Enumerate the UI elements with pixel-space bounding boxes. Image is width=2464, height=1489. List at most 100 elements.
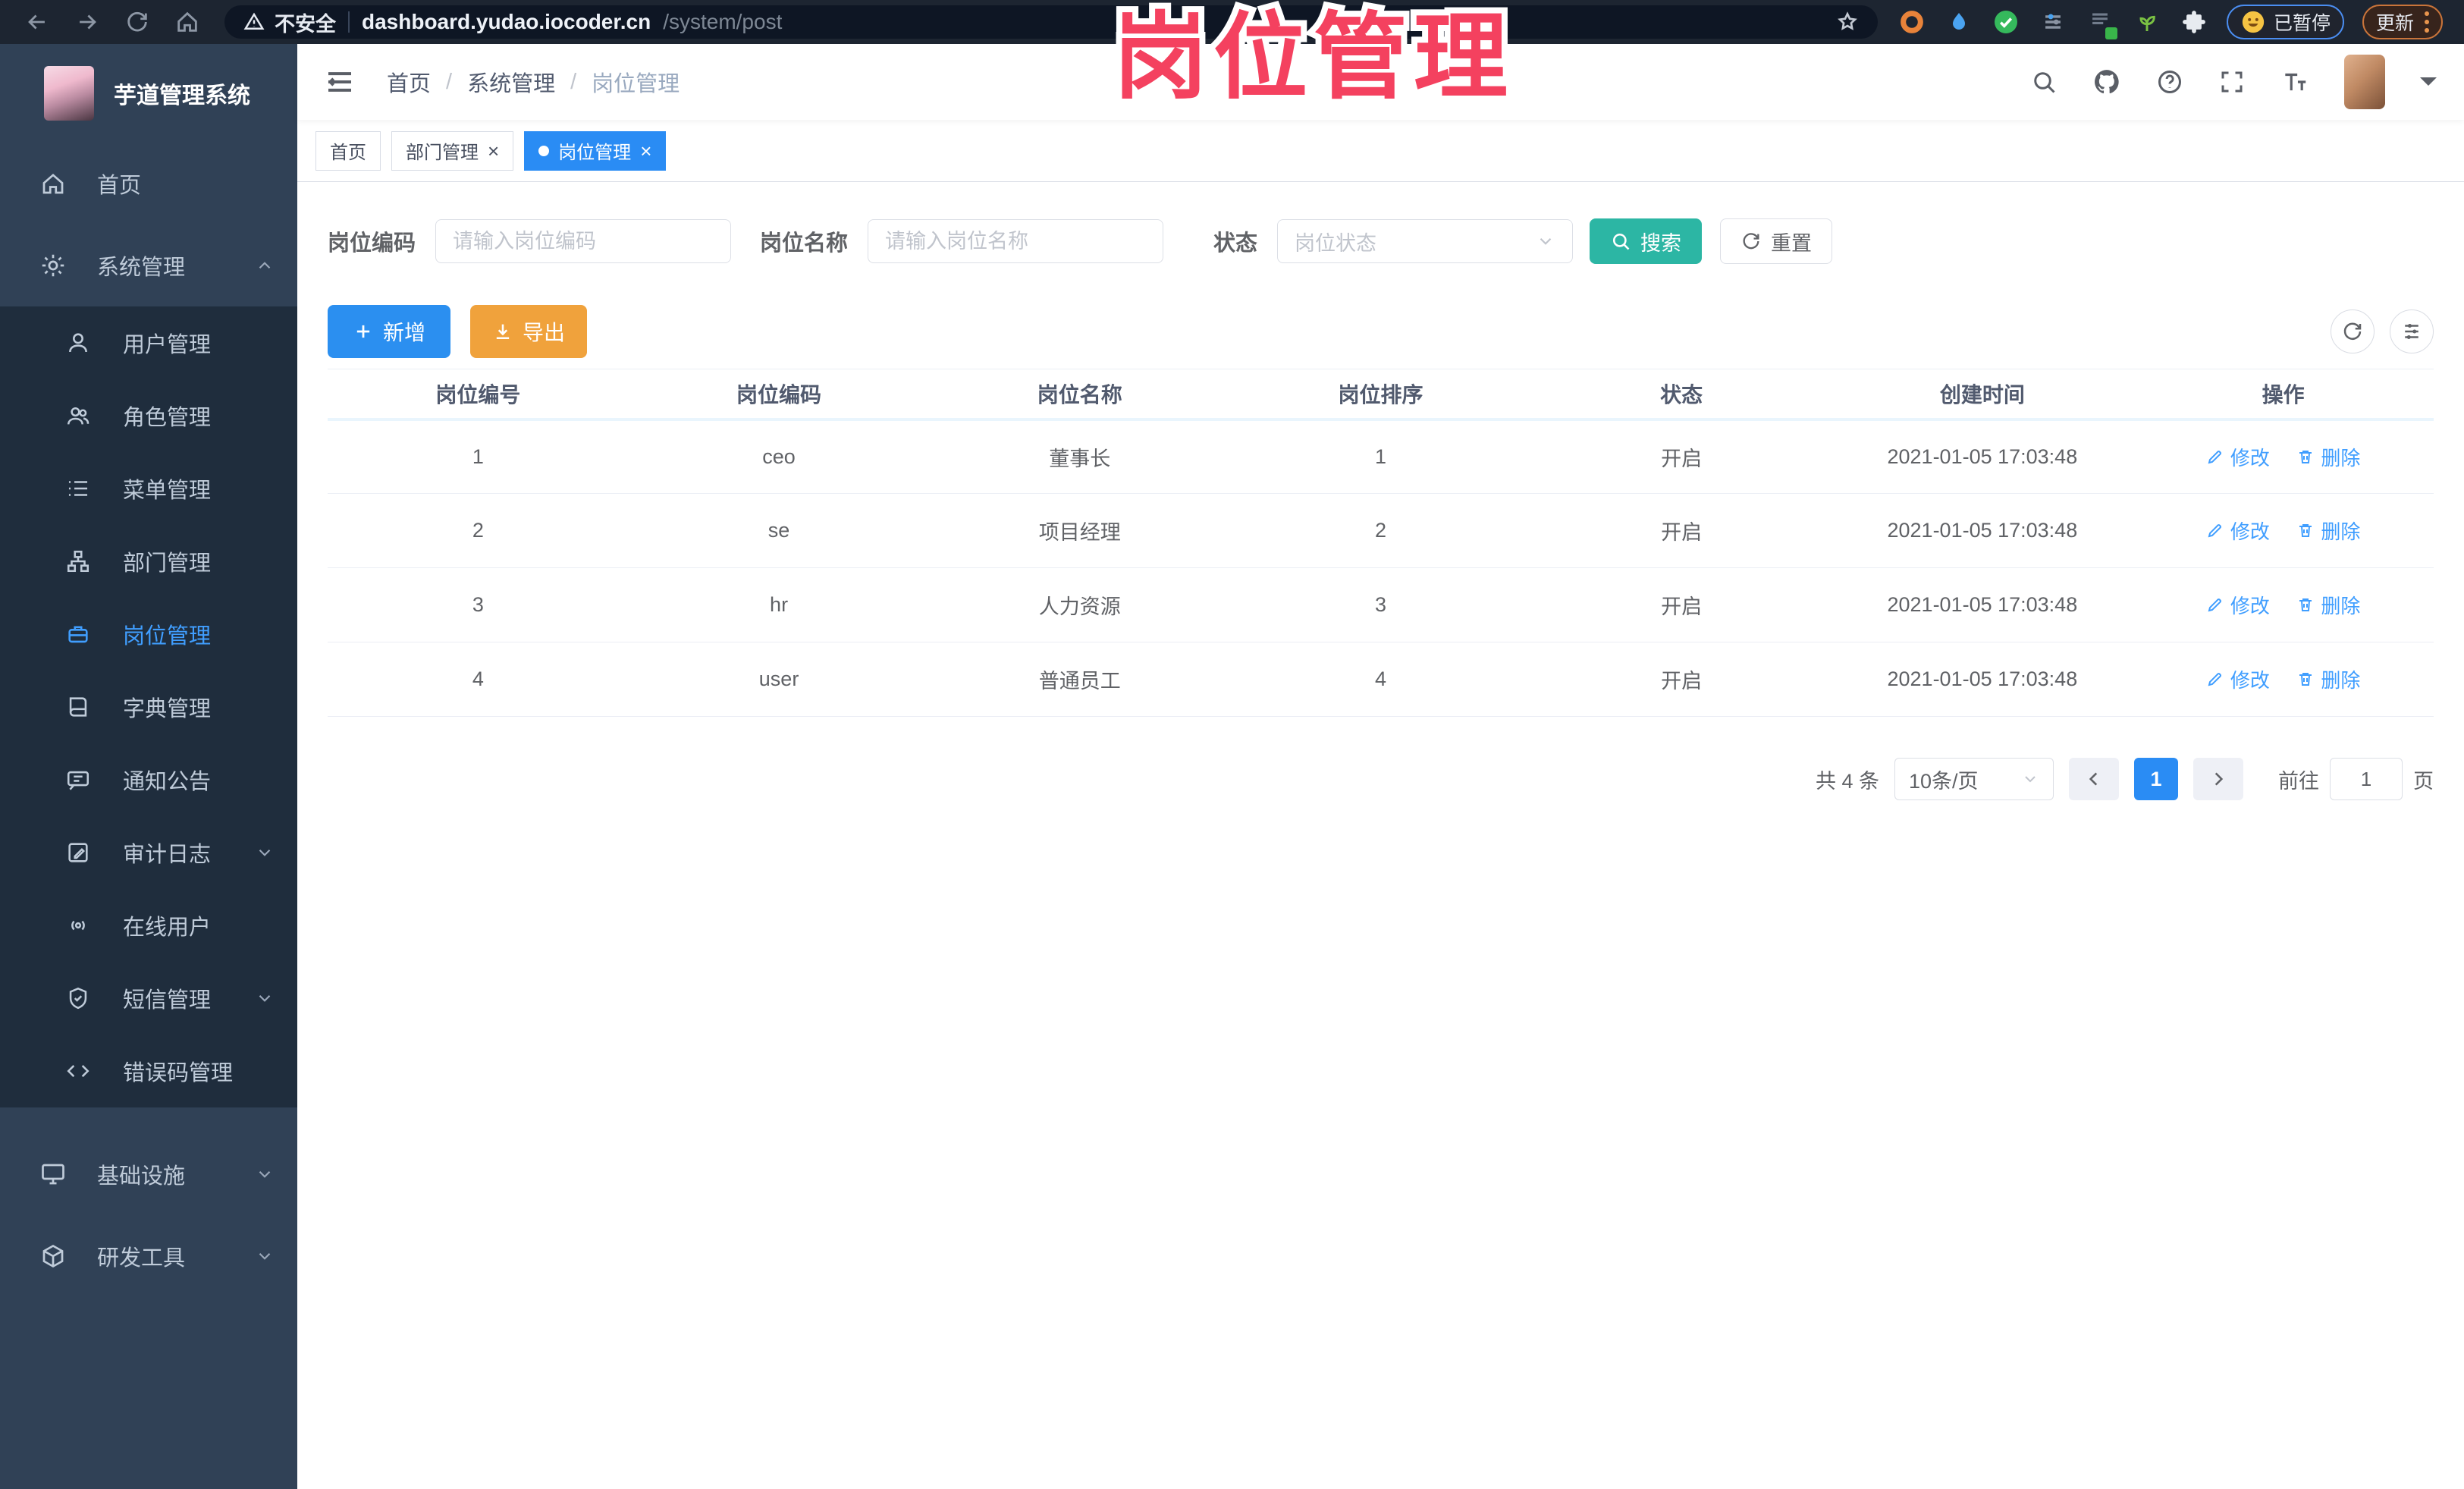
chevron-down-icon xyxy=(255,988,275,1008)
sidebar-item-users[interactable]: 用户管理 xyxy=(0,306,297,379)
toolbox-icon xyxy=(39,1242,68,1270)
post-name-input[interactable] xyxy=(868,219,1164,263)
update-label: 更新 xyxy=(2376,13,2415,34)
update-button[interactable]: 更新 xyxy=(2362,5,2444,39)
refresh-table-button[interactable] xyxy=(2331,309,2375,353)
sidebar-item-menus[interactable]: 菜单管理 xyxy=(0,452,297,525)
column-settings-button[interactable] xyxy=(2390,309,2434,353)
table-row: 3 hr 人力资源 3 开启 2021-01-05 17:03:48 修改 删除 xyxy=(328,567,2434,642)
browser-home-icon[interactable] xyxy=(162,5,212,39)
breadcrumb: 首页 / 系统管理 / 岗位管理 xyxy=(387,66,680,98)
sidebar-item-departments[interactable]: 部门管理 xyxy=(0,525,297,598)
table-row: 4 user 普通员工 4 开启 2021-01-05 17:03:48 修改 xyxy=(328,642,2434,717)
app-title: 芋道管理系统 xyxy=(114,83,250,108)
delete-link[interactable]: 删除 xyxy=(2296,591,2360,619)
sidebar-item-dict[interactable]: 字典管理 xyxy=(0,671,297,743)
reset-button[interactable]: 重置 xyxy=(1720,218,1833,264)
col-post-code: 岗位编码 xyxy=(628,369,930,421)
filter-form: 岗位编码 岗位名称 状态 岗位状态 搜索 重置 xyxy=(328,218,2434,264)
extension-orange-ring-icon[interactable] xyxy=(1897,8,1926,36)
goto-page-input[interactable] xyxy=(2330,758,2403,800)
extension-green-check-icon[interactable] xyxy=(1992,8,2020,36)
sidebar-item-notices[interactable]: 通知公告 xyxy=(0,743,297,816)
col-created: 创建时间 xyxy=(1832,369,2133,421)
cell-post-code: se xyxy=(628,493,930,568)
close-icon[interactable]: × xyxy=(488,141,499,161)
dictionary-icon xyxy=(65,694,94,720)
browser-back-icon[interactable] xyxy=(12,5,62,39)
org-tree-icon xyxy=(65,548,94,574)
breadcrumb-home[interactable]: 首页 xyxy=(387,66,431,98)
post-code-input[interactable] xyxy=(435,219,732,263)
extensions-row: 已暂停 更新 xyxy=(1897,5,2444,39)
delete-link[interactable]: 删除 xyxy=(2296,517,2360,545)
cell-created: 2021-01-05 17:03:48 xyxy=(1832,419,2133,494)
extension-sliders-icon[interactable] xyxy=(2039,8,2067,36)
sidebar-item-infrastructure[interactable]: 基础设施 xyxy=(0,1133,297,1215)
delete-link[interactable]: 删除 xyxy=(2296,665,2360,693)
sidebar-item-label: 系统管理 xyxy=(97,256,186,280)
extension-blue-drop-icon[interactable] xyxy=(1945,8,1973,36)
add-button[interactable]: 新增 xyxy=(328,305,451,358)
status-select[interactable]: 岗位状态 xyxy=(1277,219,1574,263)
caret-down-icon[interactable] xyxy=(2420,77,2437,94)
extension-database-icon[interactable] xyxy=(2086,8,2117,39)
sidebar: 芋道管理系统 首页 系统管理 用户管理 角色管理 菜单管理 部门管理 岗位管理 … xyxy=(0,44,297,1489)
url-path: /system/post xyxy=(663,10,783,33)
chevron-up-icon xyxy=(255,256,275,275)
tab-posts[interactable]: 岗位管理 × xyxy=(524,130,667,171)
security-warning[interactable]: 不安全 xyxy=(243,8,336,37)
extension-sprout-icon[interactable] xyxy=(2133,8,2161,36)
app-logo-row[interactable]: 芋道管理系统 xyxy=(0,44,297,143)
sidebar-item-home[interactable]: 首页 xyxy=(0,143,297,225)
gear-icon xyxy=(39,252,68,279)
tab-home[interactable]: 首页 xyxy=(315,130,381,171)
col-post-id: 岗位编号 xyxy=(328,369,629,421)
sidebar-item-posts[interactable]: 岗位管理 xyxy=(0,598,297,671)
edit-link[interactable]: 修改 xyxy=(2206,443,2270,471)
tab-departments[interactable]: 部门管理 × xyxy=(391,130,514,171)
page-size-select[interactable]: 10条/页 xyxy=(1894,758,2054,800)
font-size-icon[interactable] xyxy=(2280,68,2309,96)
omnibox-divider xyxy=(348,11,350,33)
edit-link[interactable]: 修改 xyxy=(2206,665,2270,693)
sidebar-item-roles[interactable]: 角色管理 xyxy=(0,379,297,452)
current-page[interactable]: 1 xyxy=(2134,758,2178,800)
search-icon[interactable] xyxy=(2030,68,2058,96)
edit-link[interactable]: 修改 xyxy=(2206,517,2270,545)
browser-reload-icon[interactable] xyxy=(112,5,162,39)
sidebar-item-system[interactable]: 系统管理 xyxy=(0,225,297,306)
sidebar-toggle-icon[interactable] xyxy=(325,67,355,97)
cell-post-id: 2 xyxy=(328,493,629,568)
sidebar-item-audit-log[interactable]: 审计日志 xyxy=(0,816,297,889)
github-icon[interactable] xyxy=(2092,68,2121,96)
close-icon[interactable]: × xyxy=(640,141,651,161)
delete-link[interactable]: 删除 xyxy=(2296,443,2360,471)
browser-menu-dots-icon[interactable] xyxy=(2425,11,2430,33)
trash-icon xyxy=(2299,451,2312,463)
cell-post-sort: 3 xyxy=(1230,567,1531,642)
sidebar-item-devtools[interactable]: 研发工具 xyxy=(0,1215,297,1297)
browser-forward-icon[interactable] xyxy=(62,5,112,39)
sidebar-item-error-codes[interactable]: 错误码管理 xyxy=(0,1035,297,1107)
next-page-button[interactable] xyxy=(2193,758,2243,800)
help-icon[interactable] xyxy=(2156,68,2183,96)
sidebar-item-online-users[interactable]: 在线用户 xyxy=(0,889,297,962)
avatar[interactable] xyxy=(2344,55,2385,109)
search-button[interactable]: 搜索 xyxy=(1590,218,1703,264)
sidebar-item-sms[interactable]: 短信管理 xyxy=(0,962,297,1035)
fullscreen-icon[interactable] xyxy=(2218,68,2246,96)
col-status: 状态 xyxy=(1530,369,1832,421)
address-bar[interactable]: 不安全 dashboard.yudao.iocoder.cn /system/p… xyxy=(224,5,1878,39)
export-button[interactable]: 导出 xyxy=(470,305,588,358)
active-dot xyxy=(538,145,550,156)
breadcrumb-system[interactable]: 系统管理 xyxy=(467,66,555,98)
edit-link[interactable]: 修改 xyxy=(2206,591,2270,619)
cell-actions: 修改 删除 xyxy=(2133,642,2434,717)
prev-page-button[interactable] xyxy=(2069,758,2119,800)
user-icon xyxy=(65,330,94,356)
paused-extension-pill[interactable]: 已暂停 xyxy=(2227,5,2345,39)
navbar-actions xyxy=(2030,55,2437,109)
bookmark-star-icon[interactable] xyxy=(1835,10,1860,34)
extensions-puzzle-icon[interactable] xyxy=(2180,8,2208,36)
